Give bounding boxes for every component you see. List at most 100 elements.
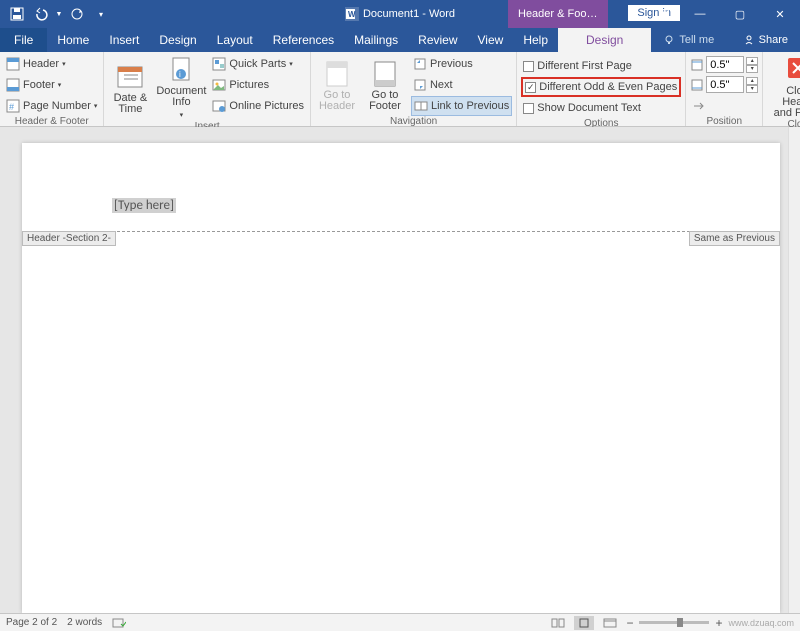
close-icon <box>786 56 800 84</box>
dropdown-icon: ▾ <box>58 81 62 89</box>
document-canvas[interactable]: [Type here] Header -Section 2- Same as P… <box>0 127 788 613</box>
footer-bottom-position[interactable]: ▴▾ <box>690 76 758 93</box>
header-placeholder[interactable]: [Type here] <box>112 198 176 213</box>
header-boundary <box>22 231 780 232</box>
diff-oddeven-label: Different Odd & Even Pages <box>539 81 677 93</box>
pictures-label: Pictures <box>229 79 269 91</box>
goto-header-icon <box>323 60 351 88</box>
tab-home[interactable]: Home <box>47 28 99 52</box>
maximize-button[interactable]: ▢ <box>720 0 760 28</box>
next-button[interactable]: Next <box>411 75 512 95</box>
group-navigation: Go to Header Go to Footer Previous Next … <box>311 52 517 126</box>
document-info-label: Document Info <box>156 86 206 108</box>
share-label: Share <box>759 34 788 46</box>
spin-down-icon[interactable]: ▾ <box>746 85 758 93</box>
insert-alignment-tab-button[interactable] <box>690 96 758 116</box>
page-indicator[interactable]: Page 2 of 2 <box>6 617 57 628</box>
save-icon[interactable] <box>6 3 28 25</box>
close-window-button[interactable]: ✕ <box>760 0 800 28</box>
quick-parts-button[interactable]: Quick Parts▾ <box>210 54 306 74</box>
page[interactable]: [Type here] Header -Section 2- Same as P… <box>22 143 780 613</box>
svg-text:#: # <box>9 102 14 112</box>
zoom-in-button[interactable]: + <box>715 616 722 630</box>
tab-view[interactable]: View <box>468 28 514 52</box>
header-button[interactable]: Header▾ <box>4 54 99 74</box>
close-header-footer-button[interactable]: Close Header and Footer <box>767 54 800 119</box>
document-title: Document1 - Word <box>363 8 455 20</box>
word-count[interactable]: 2 words <box>67 617 102 628</box>
web-layout-icon[interactable] <box>600 616 620 630</box>
zoom-slider[interactable] <box>639 621 709 624</box>
tab-review[interactable]: Review <box>408 28 467 52</box>
vertical-scrollbar[interactable] <box>788 127 800 613</box>
spin-up-icon[interactable]: ▴ <box>746 77 758 85</box>
group-options: Different First Page ✓Different Odd & Ev… <box>517 52 686 126</box>
link-previous-label: Link to Previous <box>431 100 509 112</box>
footer-bottom-input[interactable] <box>706 76 744 93</box>
dropdown-icon: ▾ <box>289 60 293 68</box>
tab-contextual-design[interactable]: Design <box>558 28 651 52</box>
document-info-icon: i <box>167 56 195 84</box>
same-as-previous-tag: Same as Previous <box>689 231 780 246</box>
tab-design[interactable]: Design <box>149 28 206 52</box>
share-button[interactable]: Share <box>743 28 800 52</box>
zoom-out-button[interactable]: − <box>626 616 633 630</box>
print-layout-icon[interactable] <box>574 616 594 630</box>
date-time-button[interactable]: Date & Time <box>108 54 152 121</box>
page-number-icon: # <box>6 99 20 113</box>
checkbox-icon <box>523 103 534 114</box>
page-number-button[interactable]: #Page Number▾ <box>4 96 99 116</box>
read-mode-icon[interactable] <box>548 616 568 630</box>
tab-mailings[interactable]: Mailings <box>344 28 408 52</box>
group-insert: Date & Time iDocument Info▾ Quick Parts▾… <box>104 52 311 126</box>
tab-layout[interactable]: Layout <box>207 28 263 52</box>
header-top-position[interactable]: ▴▾ <box>690 56 758 73</box>
tab-file[interactable]: File <box>0 28 47 52</box>
footer-button[interactable]: Footer▾ <box>4 75 99 95</box>
checkbox-checked-icon: ✓ <box>525 82 536 93</box>
spellcheck-icon[interactable] <box>112 617 126 629</box>
tab-help[interactable]: Help <box>513 28 558 52</box>
footer-icon <box>6 78 20 92</box>
redo-icon[interactable] <box>66 3 88 25</box>
tab-insert[interactable]: Insert <box>99 28 149 52</box>
pictures-button[interactable]: Pictures <box>210 75 306 95</box>
date-time-label: Date & Time <box>114 93 148 115</box>
undo-dropdown-icon[interactable]: ▼ <box>54 3 64 25</box>
different-first-page-checkbox[interactable]: Different First Page <box>521 56 681 76</box>
minimize-button[interactable]: ― <box>680 0 720 28</box>
ribbon-tabs: File Home Insert Design Layout Reference… <box>0 28 800 52</box>
link-previous-icon <box>414 99 428 113</box>
svg-text:W: W <box>348 10 356 19</box>
online-pictures-button[interactable]: Online Pictures <box>210 96 306 116</box>
previous-icon <box>413 57 427 71</box>
header-top-input[interactable] <box>706 56 744 73</box>
tab-references[interactable]: References <box>263 28 344 52</box>
different-odd-even-checkbox[interactable]: ✓Different Odd & Even Pages <box>521 77 681 97</box>
diff-first-label: Different First Page <box>537 60 632 72</box>
link-to-previous-button[interactable]: Link to Previous <box>411 96 512 116</box>
goto-footer-button[interactable]: Go to Footer <box>363 54 407 116</box>
ribbon-options-icon[interactable]: ▣ <box>648 0 680 28</box>
show-document-text-checkbox[interactable]: Show Document Text <box>521 98 681 118</box>
document-info-button[interactable]: iDocument Info▾ <box>156 54 206 121</box>
previous-button[interactable]: Previous <box>411 54 512 74</box>
next-label: Next <box>430 79 453 91</box>
next-icon <box>413 78 427 92</box>
tell-me-label: Tell me <box>679 34 714 46</box>
show-doc-label: Show Document Text <box>537 102 641 114</box>
spin-down-icon[interactable]: ▾ <box>746 65 758 73</box>
quick-parts-label: Quick Parts <box>229 58 286 70</box>
dropdown-icon: ▾ <box>94 102 98 110</box>
spin-up-icon[interactable]: ▴ <box>746 57 758 65</box>
tell-me-search[interactable]: Tell me <box>663 28 714 52</box>
share-icon <box>743 34 755 46</box>
date-time-icon <box>116 63 144 91</box>
goto-footer-label: Go to Footer <box>369 90 401 112</box>
qat-customize-icon[interactable]: ▾ <box>90 3 112 25</box>
pictures-icon <box>212 78 226 92</box>
undo-icon[interactable] <box>30 3 52 25</box>
tab-icon <box>692 99 706 113</box>
group-header-footer: Header▾ Footer▾ #Page Number▾ Header & F… <box>0 52 104 126</box>
lightbulb-icon <box>663 34 675 46</box>
